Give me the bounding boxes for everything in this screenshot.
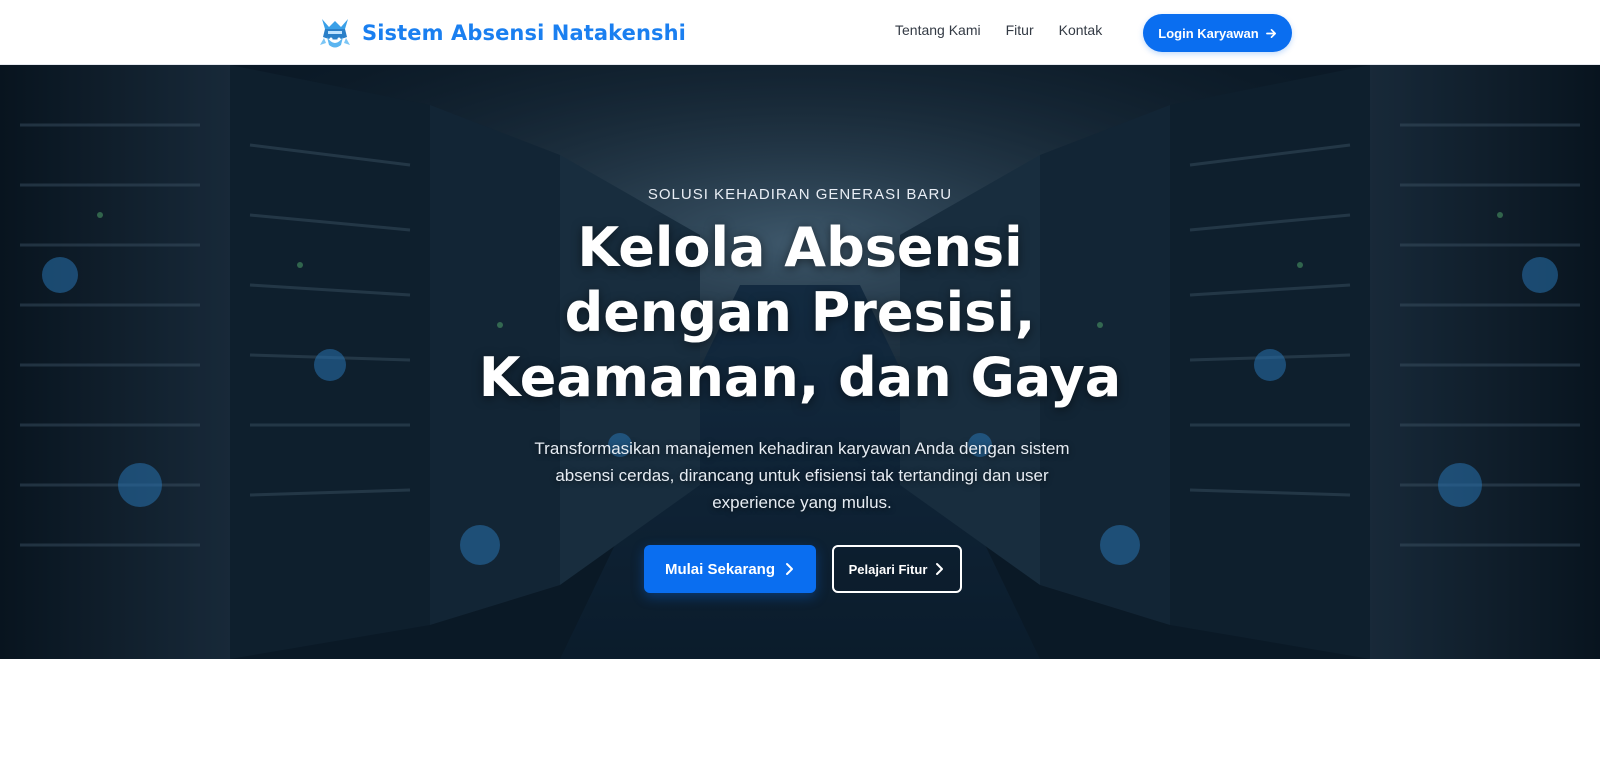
hero-section: SOLUSI KEHADIRAN GENERASI BARU Kelola Ab… bbox=[0, 65, 1600, 659]
chevron-right-icon bbox=[786, 563, 794, 575]
nav-links: Tentang Kami Fitur Kontak bbox=[895, 22, 1102, 38]
chevron-right-icon bbox=[936, 563, 944, 575]
hero-subtext-line: Transformasikan manajemen kehadiran kary… bbox=[534, 439, 1070, 458]
nav-link-fitur[interactable]: Fitur bbox=[1006, 22, 1034, 38]
hero-subtext: Transformasikan manajemen kehadiran kary… bbox=[520, 435, 1084, 516]
brand[interactable]: Sistem Absensi Natakenshi bbox=[318, 13, 686, 53]
navbar: Sistem Absensi Natakenshi Tentang Kami F… bbox=[0, 0, 1600, 65]
hero-subtext-line: experience yang mulus. bbox=[712, 493, 892, 512]
nav-link-tentang-kami[interactable]: Tentang Kami bbox=[895, 22, 981, 38]
hero-headline: Kelola Absensi dengan Presisi, Keamanan,… bbox=[0, 215, 1600, 410]
samurai-helmet-icon bbox=[320, 19, 350, 48]
brand-name: Sistem Absensi Natakenshi bbox=[362, 21, 686, 45]
primary-button-label: Mulai Sekarang bbox=[664, 560, 776, 578]
nav-link-kontak[interactable]: Kontak bbox=[1059, 22, 1103, 38]
arrow-right-icon bbox=[1265, 28, 1276, 38]
hero-headline-line: dengan Presisi, bbox=[564, 281, 1036, 344]
login-button-label: Login Karyawan bbox=[1158, 25, 1259, 41]
hero-eyebrow: SOLUSI KEHADIRAN GENERASI BARU bbox=[647, 186, 953, 203]
hero-subtext-line: absensi cerdas, dirancang untuk efisiens… bbox=[555, 466, 1049, 485]
hero-headline-line: Kelola Absensi bbox=[577, 216, 1023, 279]
login-karyawan-button[interactable]: Login Karyawan bbox=[1143, 14, 1292, 52]
mulai-sekarang-button[interactable]: Mulai Sekarang bbox=[644, 545, 816, 593]
hero-headline-line: Keamanan, dan Gaya bbox=[478, 346, 1122, 409]
hero-content: SOLUSI KEHADIRAN GENERASI BARU Kelola Ab… bbox=[0, 65, 1600, 659]
pelajari-fitur-button[interactable]: Pelajari Fitur bbox=[832, 545, 962, 593]
secondary-button-label: Pelajari Fitur bbox=[848, 561, 928, 577]
